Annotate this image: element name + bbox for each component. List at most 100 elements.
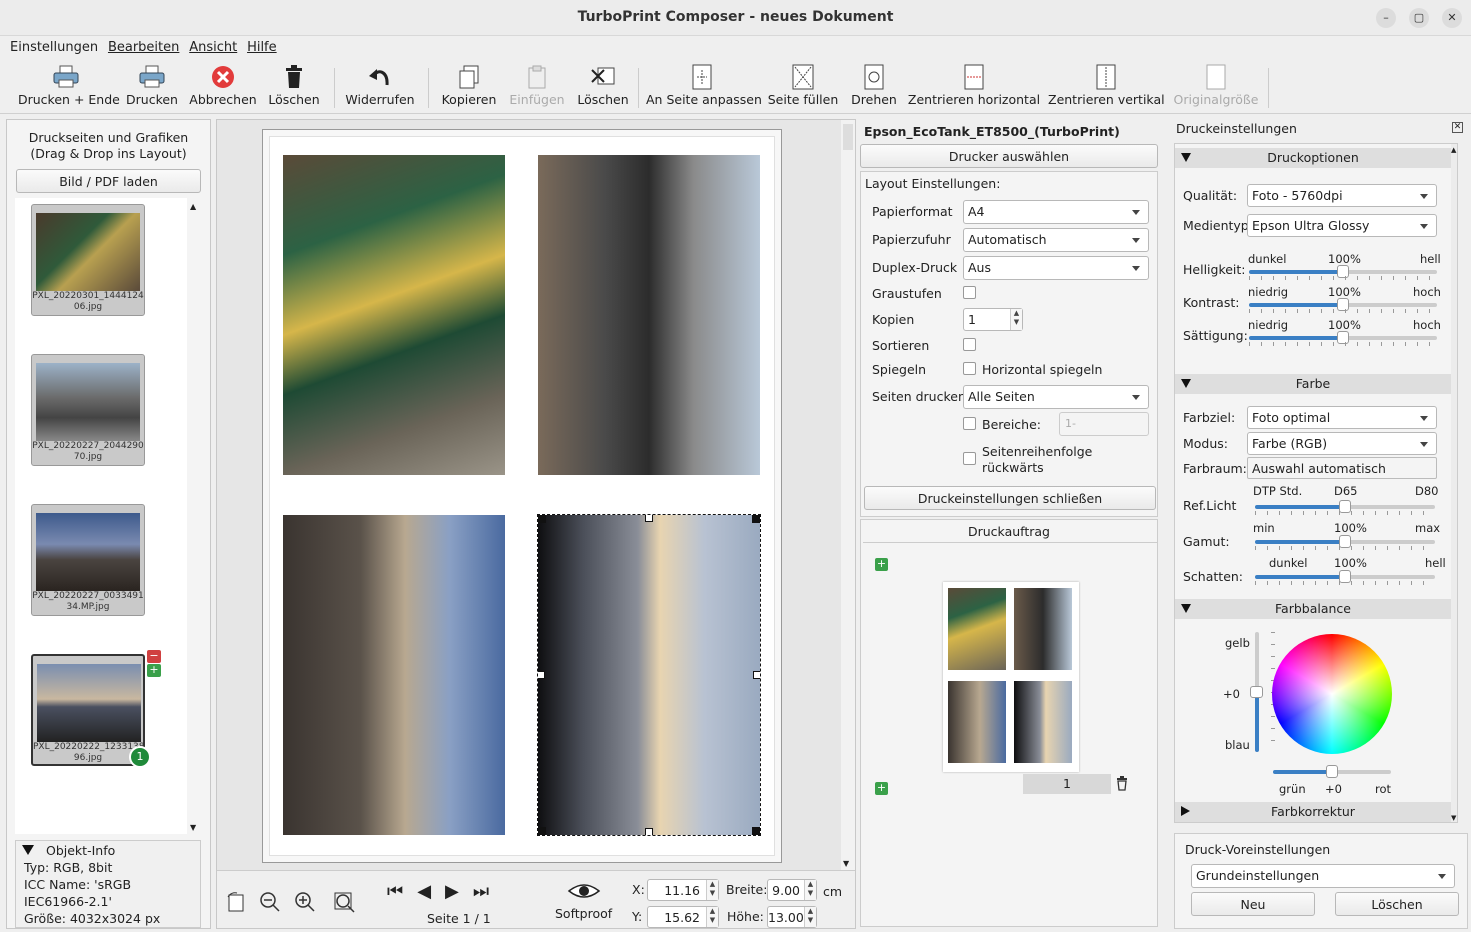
section-color-correction[interactable]: Farbkorrektur	[1175, 802, 1451, 822]
layout-photo-lake-selected[interactable]	[537, 514, 761, 836]
section-color-balance[interactable]: Farbbalance	[1175, 599, 1451, 619]
reverse-checkbox[interactable]	[963, 452, 976, 465]
width-input[interactable]: 9.00 ▲ ▼	[767, 879, 817, 901]
original-size-button[interactable]: Originalgröße	[1170, 62, 1262, 112]
x-input[interactable]: 11.16 ▲ ▼	[647, 879, 719, 901]
height-input[interactable]: 13.00 ▲ ▼	[767, 906, 817, 928]
add-icon[interactable]: +	[147, 664, 161, 677]
section-color[interactable]: Farbe	[1175, 374, 1451, 394]
zoom-fit-icon[interactable]	[333, 891, 357, 913]
canvas-scrollbar[interactable]: ▼	[841, 120, 855, 870]
pages-select[interactable]: Alle Seiten	[963, 385, 1149, 409]
duplex-label: Duplex-Druck	[872, 260, 958, 275]
section-print-options[interactable]: Druckoptionen	[1175, 148, 1451, 168]
add-page-bottom-icon[interactable]: +	[875, 782, 888, 795]
preset-select[interactable]: Grundeinstellungen	[1191, 864, 1455, 888]
layout-photo-truck[interactable]	[538, 155, 760, 475]
feed-select[interactable]: Automatisch	[963, 228, 1149, 252]
menu-einstellungen[interactable]: Einstellungen	[0, 37, 98, 55]
menu-ansicht[interactable]: Ansicht	[179, 37, 237, 55]
copy-button[interactable]: Kopieren	[439, 62, 499, 112]
shadow-slider[interactable]	[1255, 570, 1435, 583]
zoom-in-icon[interactable]	[294, 891, 316, 913]
y-label: Y:	[632, 909, 643, 924]
copies-input[interactable]: 1 ▲ ▼	[963, 308, 1023, 331]
scroll-down-icon[interactable]: ▼	[843, 859, 849, 868]
undo-button[interactable]: Widerrufen	[344, 62, 416, 112]
thumbnail-bus[interactable]: PXL_20220301_1444124 06.jpg	[31, 204, 145, 316]
menu-bearbeiten[interactable]: Bearbeiten	[98, 37, 179, 55]
slider-knob[interactable]	[1326, 765, 1338, 778]
trash-icon[interactable]	[1116, 776, 1128, 791]
cancel-button[interactable]: Abbrechen	[189, 62, 257, 112]
cut-delete-button[interactable]: Löschen	[575, 62, 631, 112]
delete-preset-button[interactable]: Löschen	[1335, 892, 1459, 916]
color-space-field[interactable]: Auswahl automatisch	[1247, 457, 1437, 479]
thumbnail-truck[interactable]: PXL_20220227_2044290 70.jpg	[31, 354, 145, 466]
print-button[interactable]: Drucken	[124, 62, 180, 112]
center-horizontal-button[interactable]: Zentrieren horizontal	[906, 62, 1042, 112]
thumbnail-lake[interactable]: PXL_20220222_1233138 96.jpg − + 1	[31, 650, 161, 768]
minimize-button[interactable]: –	[1376, 8, 1396, 28]
mirror-checkbox[interactable]	[963, 362, 976, 375]
load-image-button[interactable]: Bild / PDF laden	[16, 169, 201, 193]
settings-scrollbar[interactable]: ▲ ▼	[1451, 144, 1457, 822]
close-button[interactable]: ✕	[1442, 8, 1462, 28]
thumbnail-church[interactable]: PXL_20220227_0033491 34.MP.jpg	[31, 504, 145, 616]
duplex-select[interactable]: Aus	[963, 256, 1149, 280]
softproof-label[interactable]: Softproof	[555, 906, 612, 921]
zoom-out-icon[interactable]	[259, 891, 281, 913]
close-panel-icon[interactable]: ✕	[1452, 122, 1463, 133]
y-input[interactable]: 15.62 ▲ ▼	[647, 906, 719, 928]
menu-hilfe[interactable]: Hilfe	[237, 37, 277, 55]
maximize-button[interactable]: ▢	[1409, 8, 1429, 28]
sort-checkbox[interactable]	[963, 338, 976, 351]
scroll-down-icon[interactable]: ▼	[190, 823, 196, 832]
color-target-select[interactable]: Foto optimal	[1247, 406, 1437, 429]
page-rotate-icon[interactable]	[225, 891, 247, 913]
thumbnail-scrollbar[interactable]: ▲ ▼	[187, 198, 201, 834]
fill-page-button[interactable]: Seite füllen	[766, 62, 840, 112]
saturation-slider[interactable]	[1249, 331, 1437, 344]
yellow-blue-slider[interactable]	[1250, 632, 1263, 752]
add-page-top-icon[interactable]: +	[875, 558, 888, 571]
prev-page-icon[interactable]: ◀	[417, 881, 445, 902]
rotate-button[interactable]: Drehen	[848, 62, 900, 112]
remove-icon[interactable]: −	[147, 650, 161, 663]
center-vertical-button[interactable]: Zentrieren vertikal	[1048, 62, 1165, 112]
slider-knob[interactable]	[1250, 686, 1263, 698]
next-page-icon[interactable]: ▶	[445, 881, 473, 902]
scroll-up-icon[interactable]: ▲	[190, 202, 196, 211]
media-select[interactable]: Epson Ultra Glossy	[1247, 214, 1437, 237]
select-printer-button[interactable]: Drucker auswählen	[860, 144, 1158, 168]
new-preset-button[interactable]: Neu	[1191, 892, 1315, 916]
reflight-slider[interactable]	[1255, 500, 1435, 513]
color-wheel[interactable]	[1272, 634, 1392, 754]
green-red-slider[interactable]	[1273, 765, 1391, 778]
delete-button[interactable]: Löschen	[266, 62, 322, 112]
ranges-input[interactable]: 1-	[1059, 412, 1149, 436]
paper-select[interactable]: A4	[963, 200, 1149, 224]
close-settings-button[interactable]: Druckeinstellungen schließen	[864, 486, 1156, 510]
job-page-preview[interactable]	[943, 582, 1079, 772]
ranges-checkbox[interactable]	[963, 417, 976, 430]
brightness-slider[interactable]	[1249, 265, 1437, 278]
print-exit-button[interactable]: Drucken + Ende	[18, 62, 120, 112]
scroll-up-icon[interactable]: ▲	[1451, 146, 1456, 154]
collapse-icon[interactable]	[22, 845, 34, 855]
scroll-down-icon[interactable]: ▼	[1451, 814, 1456, 822]
fit-page-button[interactable]: An Seite anpassen	[646, 62, 762, 112]
grayscale-checkbox[interactable]	[963, 286, 976, 299]
first-page-icon[interactable]: ⏮	[387, 881, 417, 902]
eye-icon[interactable]	[567, 881, 601, 901]
layout-photo-church[interactable]	[283, 515, 505, 835]
gamut-slider[interactable]	[1255, 535, 1435, 548]
paste-button[interactable]: Einfügen	[507, 62, 567, 112]
last-page-icon[interactable]: ⏭	[473, 881, 503, 902]
layout-photo-bus[interactable]	[283, 155, 505, 475]
contrast-slider[interactable]	[1249, 298, 1437, 311]
green-red-value: +0	[1325, 782, 1342, 796]
undo-icon	[369, 69, 389, 86]
quality-select[interactable]: Foto - 5760dpi	[1247, 184, 1437, 207]
mode-select[interactable]: Farbe (RGB)	[1247, 432, 1437, 455]
